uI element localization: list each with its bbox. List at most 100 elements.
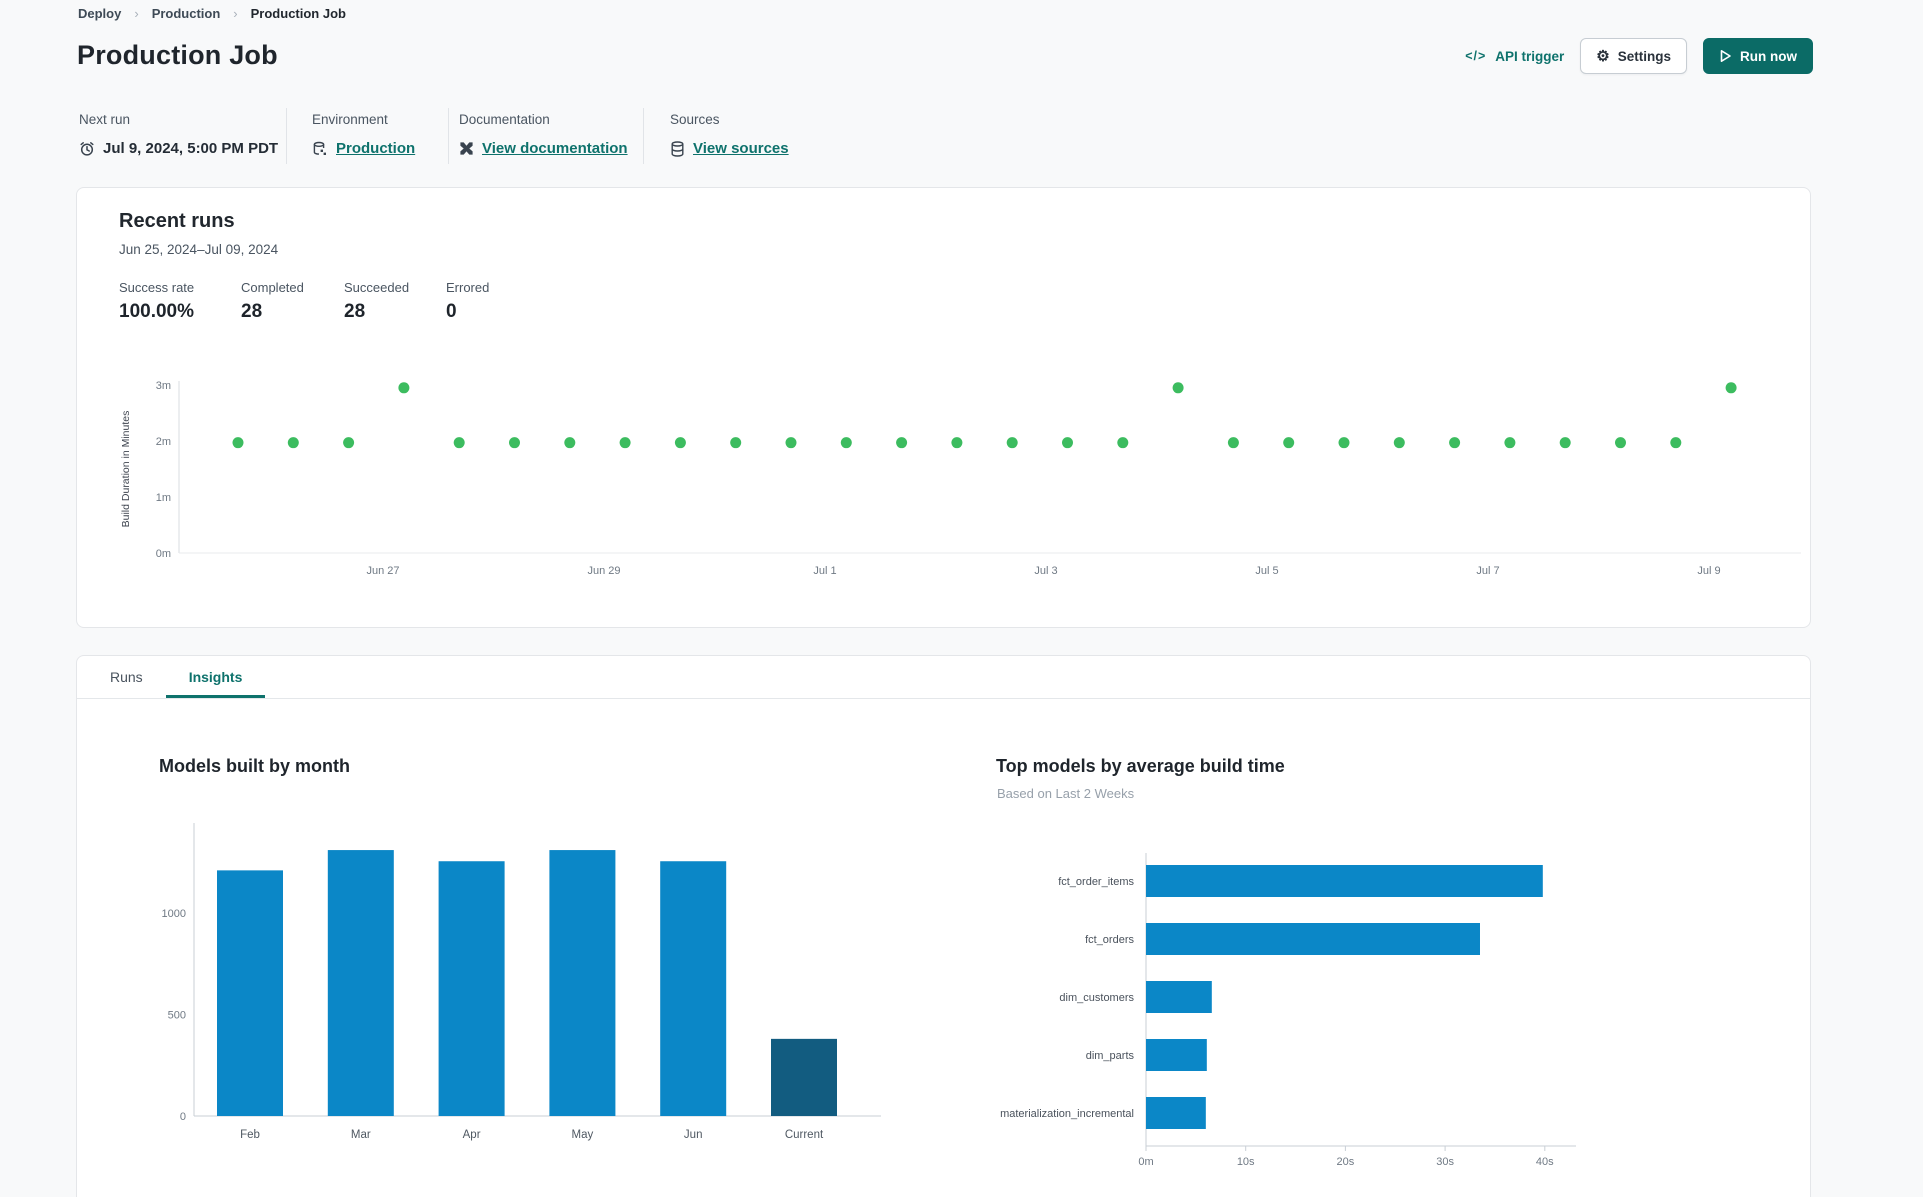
next-run-value: Jul 9, 2024, 5:00 PM PDT <box>103 140 279 157</box>
info-environment: Environment Production <box>312 112 415 157</box>
stat-value: 28 <box>344 301 366 322</box>
axis-tick-label: 1m <box>156 492 171 504</box>
run-dot[interactable] <box>1338 437 1350 449</box>
month-bar[interactable] <box>217 870 283 1116</box>
axis-tick-label: Jul 5 <box>1255 565 1278 577</box>
environment-link[interactable]: Production <box>336 140 415 157</box>
dbt-docs-icon <box>459 141 474 156</box>
month-bar[interactable] <box>660 861 727 1116</box>
run-dot[interactable] <box>1670 437 1682 449</box>
y-category-label: dim_parts <box>1086 1050 1135 1062</box>
stat-label: Errored <box>446 280 490 295</box>
run-dot[interactable] <box>232 437 244 449</box>
divider <box>448 108 449 164</box>
run-dot[interactable] <box>343 437 355 449</box>
run-dot[interactable] <box>1172 382 1184 394</box>
run-dot[interactable] <box>619 437 631 449</box>
top-models-title: Top models by average build time <box>996 756 1285 776</box>
axis-tick-label: 10s <box>1237 1156 1255 1168</box>
model-bar[interactable] <box>1146 1097 1206 1129</box>
model-bar[interactable] <box>1146 865 1543 897</box>
run-dot[interactable] <box>1117 437 1129 449</box>
run-dot[interactable] <box>674 437 686 449</box>
axis-tick-label: 30s <box>1436 1156 1454 1168</box>
breadcrumb-deploy[interactable]: Deploy <box>78 6 121 21</box>
settings-button[interactable]: ⚙ Settings <box>1580 38 1687 74</box>
run-dot[interactable] <box>1559 437 1571 449</box>
model-bar[interactable] <box>1146 1039 1207 1071</box>
settings-label: Settings <box>1617 48 1671 64</box>
view-documentation-link[interactable]: View documentation <box>482 140 628 157</box>
header-actions: </> API trigger ⚙ Settings Run now <box>1465 38 1813 74</box>
run-dot[interactable] <box>840 437 852 449</box>
breadcrumb-production[interactable]: Production <box>152 6 221 21</box>
api-trigger-link[interactable]: </> API trigger <box>1465 49 1564 64</box>
top-models-subtitle: Based on Last 2 Weeks <box>997 786 1135 801</box>
run-dot[interactable] <box>1393 437 1405 449</box>
run-dot[interactable] <box>1725 382 1737 394</box>
axis-tick-label: 0 <box>180 1111 186 1123</box>
stat-errored: Errored 0 <box>446 280 489 323</box>
tab-runs[interactable]: Runs <box>87 656 166 698</box>
models-by-month-chart: 0 500 1000 Feb Mar Apr May Jun Current <box>162 823 881 1141</box>
x-category-label: Feb <box>240 1129 260 1141</box>
run-dot[interactable] <box>453 437 465 449</box>
run-dot[interactable] <box>896 437 908 449</box>
run-dot[interactable] <box>785 437 797 449</box>
axis-tick-label: Jun 27 <box>366 565 399 577</box>
run-dot[interactable] <box>730 437 742 449</box>
sources-label: Sources <box>670 112 720 127</box>
run-dot[interactable] <box>1227 437 1239 449</box>
axis-tick-label: Jul 9 <box>1697 565 1720 577</box>
view-sources-link[interactable]: View sources <box>693 140 789 157</box>
documentation-label: Documentation <box>459 112 550 127</box>
run-dot[interactable] <box>509 437 520 449</box>
run-now-label: Run now <box>1740 48 1797 64</box>
run-dot[interactable] <box>1504 437 1516 449</box>
recent-runs-title: Recent runs <box>119 210 235 232</box>
axis-tick-label: 40s <box>1536 1156 1554 1168</box>
run-now-button[interactable]: Run now <box>1703 38 1813 74</box>
breadcrumb-production-job: Production Job <box>250 6 346 21</box>
run-dot[interactable] <box>951 437 963 449</box>
run-dot[interactable] <box>1449 437 1461 449</box>
month-bar[interactable] <box>549 850 616 1116</box>
month-bar[interactable] <box>327 850 394 1116</box>
stat-success-rate: Success rate 100.00% <box>119 280 194 323</box>
models-by-month-title: Models built by month <box>159 756 350 776</box>
run-dot[interactable] <box>398 382 410 394</box>
gear-icon: ⚙ <box>1596 47 1610 65</box>
model-bar[interactable] <box>1146 923 1480 955</box>
axis-tick-label: 3m <box>156 380 171 392</box>
run-dot[interactable] <box>1006 437 1018 449</box>
month-bar[interactable] <box>771 1038 837 1116</box>
x-category-label: Jun <box>684 1129 703 1141</box>
axis-tick-label: 20s <box>1337 1156 1355 1168</box>
y-category-label: materialization_incremental <box>1000 1108 1134 1120</box>
stat-value: 100.00% <box>119 301 195 322</box>
divider <box>286 108 287 164</box>
info-sources: Sources View sources <box>670 112 789 157</box>
next-run-label: Next run <box>79 112 131 127</box>
stat-label: Completed <box>241 280 304 295</box>
top-models-chart: 0m 10s 20s 30s 40s fct_order_items fct_ordersd… <box>1000 853 1576 1168</box>
axis-tick-label: Jul 3 <box>1034 565 1057 577</box>
tab-insights[interactable]: Insights <box>166 656 266 698</box>
y-axis-title: Build Duration in Minutes <box>120 411 132 528</box>
stat-succeeded: Succeeded 28 <box>344 280 409 323</box>
model-bar[interactable] <box>1146 981 1212 1013</box>
chevron-right-icon: › <box>134 6 139 21</box>
recent-runs-date-range: Jun 25, 2024–Jul 09, 2024 <box>119 242 279 257</box>
run-dot[interactable] <box>1283 437 1295 449</box>
api-trigger-label: API trigger <box>1495 48 1565 64</box>
run-dot[interactable] <box>1062 437 1073 449</box>
run-dot[interactable] <box>564 437 576 449</box>
alarm-clock-icon <box>79 141 95 157</box>
build-duration-scatter-chart: 0m 1m 2m 3m Build Duration in Minutes Jun 27 J… <box>120 380 1801 577</box>
stat-completed: Completed 28 <box>241 280 304 323</box>
run-dot[interactable] <box>287 437 299 449</box>
month-bar[interactable] <box>438 861 505 1116</box>
y-category-label: dim_customers <box>1059 992 1134 1004</box>
run-dot[interactable] <box>1615 437 1626 449</box>
play-icon <box>1720 50 1731 62</box>
